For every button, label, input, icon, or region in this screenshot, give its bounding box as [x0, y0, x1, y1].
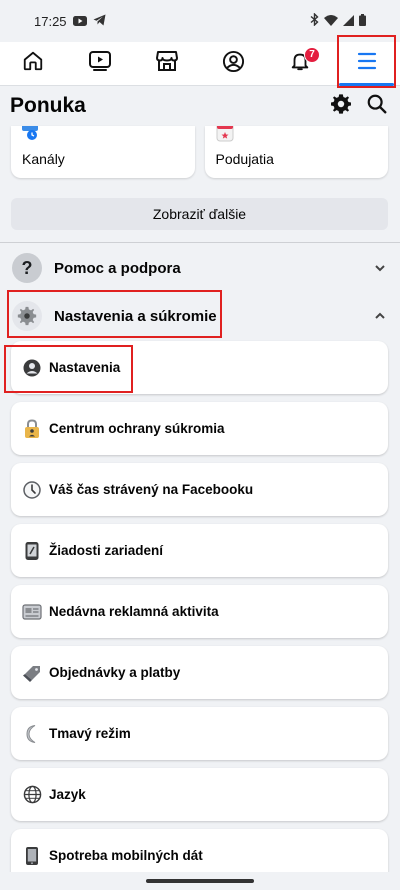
video-icon — [88, 50, 112, 77]
nav-marketplace-tab[interactable] — [133, 42, 200, 86]
menu-header: Ponuka — [0, 86, 400, 126]
telegram-notification-icon — [93, 14, 106, 29]
section-divider — [0, 242, 400, 243]
shortcut-label-events: Podujatia — [215, 151, 274, 167]
item-label: Spotreba mobilných dát — [49, 848, 203, 863]
item-label: Nedávna reklamná aktivita — [49, 604, 219, 619]
item-label: Objednávky a platby — [49, 665, 181, 680]
item-label: Váš čas strávený na Facebooku — [49, 482, 254, 497]
section-settings-privacy[interactable]: Nastavenia a súkromie — [0, 293, 400, 339]
item-label: Centrum ochrany súkromia — [49, 421, 225, 436]
list-item-settings[interactable]: Nastavenia — [11, 341, 388, 394]
list-item-dark-mode[interactable]: Tmavý režim — [11, 707, 388, 760]
home-gesture-handle[interactable] — [146, 879, 254, 883]
tag-icon — [21, 662, 43, 684]
item-label: Nastavenia — [49, 360, 121, 375]
bluetooth-icon — [310, 12, 319, 29]
globe-icon — [21, 784, 43, 806]
item-label: Jazyk — [49, 787, 86, 802]
list-item-language[interactable]: Jazyk — [11, 768, 388, 821]
gesture-navigation-bar — [0, 872, 400, 890]
profile-icon — [222, 50, 245, 78]
lock-icon — [21, 418, 43, 440]
notifications-badge: 7 — [304, 46, 321, 63]
nav-watch-tab[interactable] — [67, 42, 134, 86]
see-more-button[interactable]: Zobraziť ďalšie — [11, 198, 388, 230]
feeds-icon — [21, 122, 41, 147]
nav-home-tab[interactable] — [0, 42, 67, 86]
list-item-time-on-facebook[interactable]: Váš čas strávený na Facebooku — [11, 463, 388, 516]
shortcut-card-feeds[interactable]: Kanály — [11, 122, 195, 178]
gear-icon — [331, 93, 351, 114]
nav-notifications-tab[interactable]: 7 — [267, 42, 334, 86]
help-icon: ? — [12, 253, 42, 283]
wifi-icon — [324, 14, 338, 29]
settings-items-list: Nastavenia Centrum ochrany súkromia Váš … — [0, 341, 400, 882]
status-bar: 17:25 — [0, 0, 400, 42]
clock-icon — [21, 479, 43, 501]
item-label: Žiadosti zariadení — [49, 543, 164, 558]
top-navigation-bar: 7 — [0, 42, 400, 86]
item-label: Tmavý režim — [49, 726, 131, 741]
device-icon — [21, 540, 43, 562]
shortcut-card-events[interactable]: Podujatia — [204, 122, 388, 178]
signal-icon — [343, 14, 354, 29]
profile-icon — [21, 357, 43, 379]
list-item-recent-ad-activity[interactable]: Nedávna reklamná aktivita — [11, 585, 388, 638]
menu-icon — [356, 51, 378, 76]
section-label-help: Pomoc a podpora — [54, 259, 181, 277]
list-item-privacy-center[interactable]: Centrum ochrany súkromia — [11, 402, 388, 455]
battery-icon — [359, 13, 366, 29]
search-icon — [367, 94, 387, 113]
settings-gear-button[interactable] — [330, 93, 352, 120]
ad-icon — [21, 601, 43, 623]
shortcut-label-feeds: Kanály — [22, 151, 65, 167]
chevron-down-icon — [374, 261, 386, 275]
nav-menu-tab[interactable] — [333, 42, 400, 86]
search-button[interactable] — [366, 93, 388, 120]
calendar-icon — [215, 122, 235, 147]
moon-icon — [21, 723, 43, 745]
status-time: 17:25 — [34, 13, 67, 29]
section-label-settings-privacy: Nastavenia a súkromie — [54, 307, 217, 325]
page-title: Ponuka — [10, 94, 86, 117]
chevron-up-icon — [374, 309, 386, 323]
phone-icon — [21, 845, 43, 867]
shop-icon — [155, 50, 179, 77]
list-item-device-requests[interactable]: Žiadosti zariadení — [11, 524, 388, 577]
nav-profile-tab[interactable] — [200, 42, 267, 86]
list-item-orders-payments[interactable]: Objednávky a platby — [11, 646, 388, 699]
home-icon — [22, 50, 44, 77]
section-help-support[interactable]: ? Pomoc a podpora — [0, 245, 400, 291]
settings-cog-icon — [12, 301, 42, 331]
shortcuts-row: Kanály Podujatia — [0, 122, 400, 178]
youtube-notification-icon — [72, 14, 87, 29]
